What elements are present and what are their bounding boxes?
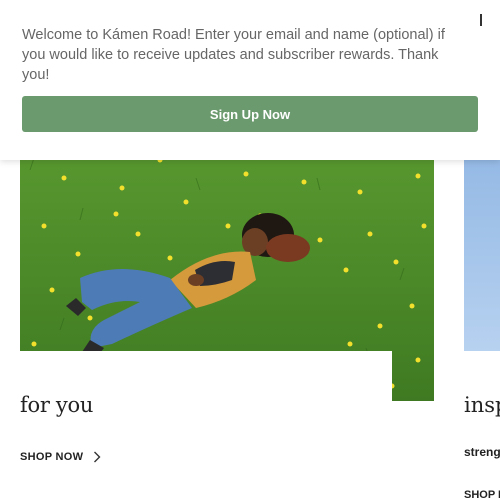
shop-now-label: SHOP NOW bbox=[20, 451, 84, 463]
close-icon bbox=[480, 14, 482, 26]
card-image-next[interactable] bbox=[464, 130, 500, 351]
signup-message: Welcome to Kámen Road! Enter your email … bbox=[22, 27, 445, 83]
shop-now-link-next[interactable]: SHOP N bbox=[464, 489, 500, 500]
card-title-for-you: for you bbox=[20, 393, 94, 417]
chevron-right-icon bbox=[93, 451, 101, 463]
shop-now-link[interactable]: SHOP NOW bbox=[20, 451, 101, 463]
card-title-next: insp bbox=[464, 393, 500, 417]
sign-up-now-button[interactable]: Sign Up Now bbox=[22, 96, 478, 132]
close-button[interactable] bbox=[472, 10, 490, 30]
card-subtitle-next: streng bbox=[464, 445, 500, 459]
signup-banner: Welcome to Kámen Road! Enter your email … bbox=[0, 0, 500, 160]
page: for you SHOP NOW insp streng SHOP N Welc… bbox=[0, 0, 500, 500]
